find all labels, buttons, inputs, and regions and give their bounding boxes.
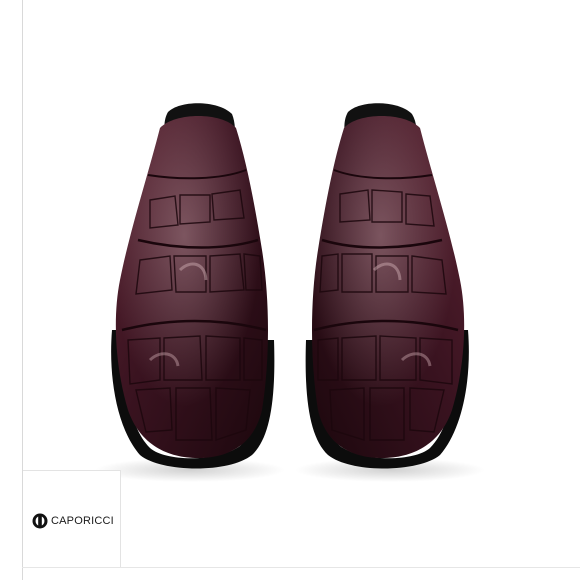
caporicci-logo-icon [32,513,48,529]
left-shoe [111,103,275,469]
brand-badge[interactable]: CAPORICCI [23,470,121,567]
brand-name: CAPORICCI [51,515,114,527]
bottom-divider [22,567,580,568]
product-image-frame: CAPORICCI [0,0,580,580]
right-shoe [305,103,469,469]
